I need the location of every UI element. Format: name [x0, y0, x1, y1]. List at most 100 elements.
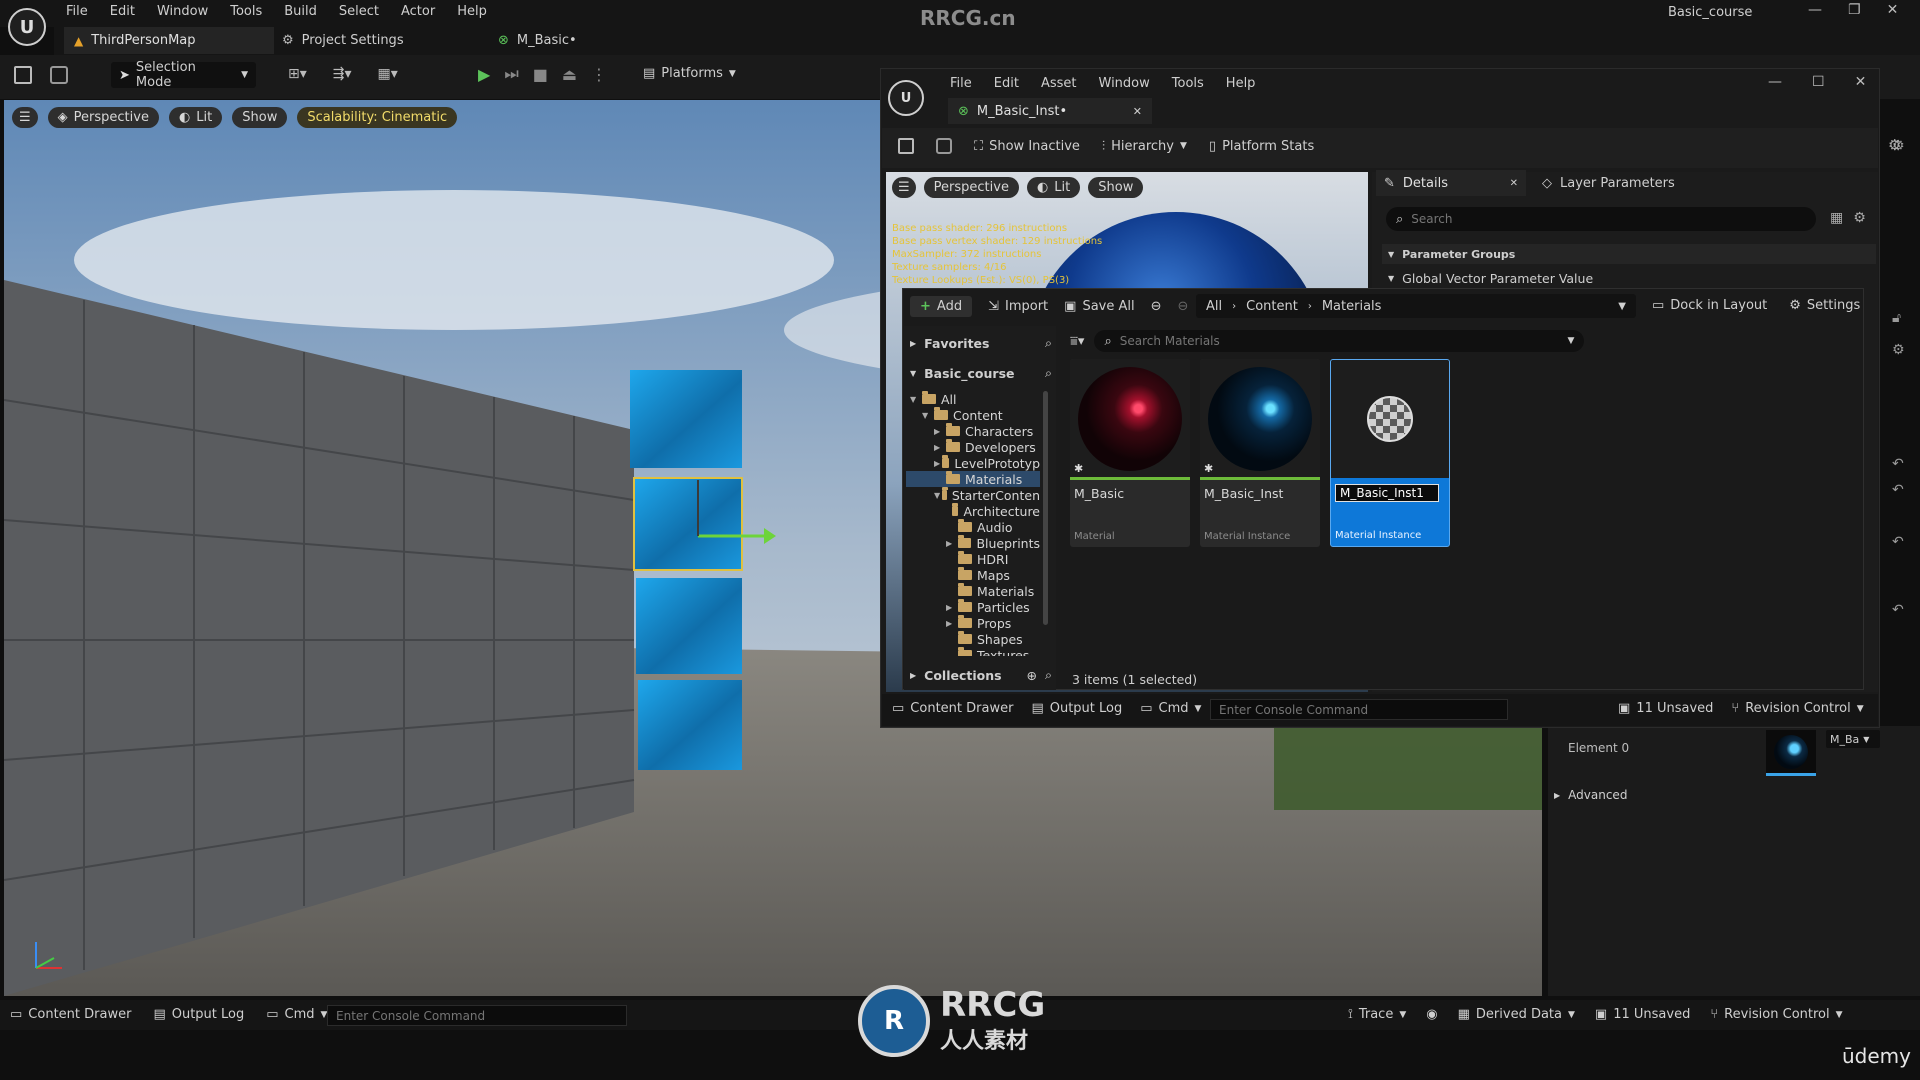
material-slot-dropdown[interactable]: M_Ba ▼: [1826, 730, 1880, 748]
tree-scrollbar[interactable]: [1043, 391, 1048, 625]
console-input[interactable]: [327, 1005, 627, 1026]
editor-console-input[interactable]: [1210, 699, 1508, 720]
settings-icon[interactable]: ⚙: [1853, 210, 1866, 226]
unsaved-button[interactable]: ▣ 11 Unsaved: [1595, 1007, 1690, 1022]
content-drawer-button[interactable]: ▭ Content Drawer: [10, 1007, 131, 1022]
settings-icon[interactable]: ⚙: [1892, 342, 1905, 358]
folder-tree-item[interactable]: ▶ Blueprints: [906, 535, 1040, 551]
platform-stats-button[interactable]: ▯ Platform Stats: [1209, 139, 1314, 154]
unreal-logo[interactable]: U: [8, 8, 46, 46]
folder-tree-item[interactable]: Materials: [906, 583, 1040, 599]
project-header[interactable]: ▼ Basic_course ⌕: [910, 363, 1052, 383]
chevron-down-icon[interactable]: ▼: [922, 411, 932, 420]
search-icon[interactable]: ⌕: [1045, 667, 1052, 683]
asset-tile-m-basic[interactable]: ✱ M_Basic Material: [1070, 359, 1190, 547]
layer-parameters-tab[interactable]: ◇ Layer Parameters: [1542, 170, 1675, 196]
editor-menu-edit[interactable]: Edit: [994, 76, 1019, 91]
menu-build[interactable]: Build: [284, 4, 317, 19]
chevron-down-icon[interactable]: ▼: [934, 491, 940, 500]
reset-icon[interactable]: ↶: [1892, 534, 1904, 550]
output-log-button[interactable]: ▤ Output Log: [153, 1007, 244, 1022]
save-icon[interactable]: [898, 138, 914, 154]
folder-tree-item[interactable]: ▼ Content: [906, 407, 1040, 423]
breadcrumb-all[interactable]: All: [1206, 299, 1222, 314]
viewport-menu-button[interactable]: ☰: [12, 107, 38, 128]
folder-tree-item[interactable]: Materials: [906, 471, 1040, 487]
editor-revision-control-dropdown[interactable]: ⑂ Revision Control ▼: [1731, 701, 1863, 716]
show-inactive-button[interactable]: ⛶ Show Inactive: [974, 139, 1080, 154]
more-icon[interactable]: ⋮: [591, 65, 607, 84]
menu-select[interactable]: Select: [339, 4, 379, 19]
editor-menu-file[interactable]: File: [950, 76, 972, 91]
minimize-icon[interactable]: —: [1768, 74, 1782, 90]
history-back-icon[interactable]: ⊖: [1151, 299, 1162, 314]
chevron-right-icon[interactable]: ▶: [934, 459, 940, 468]
reset-icon[interactable]: ↶: [1892, 482, 1904, 498]
details-tab[interactable]: ✎ Details ✕: [1376, 170, 1526, 196]
preview-menu-button[interactable]: ☰: [892, 177, 916, 198]
filter-icon[interactable]: ⩸▾: [1070, 334, 1084, 349]
minimize-icon[interactable]: —: [1808, 2, 1822, 18]
lock-icon[interactable]: 🔓︎: [1892, 310, 1901, 326]
menu-edit[interactable]: Edit: [110, 4, 135, 19]
parameter-groups-header[interactable]: ▼ Parameter Groups: [1382, 244, 1876, 264]
asset-tile-m-basic-inst1-selected[interactable]: Material Instance: [1330, 359, 1450, 547]
folder-tree-item[interactable]: ▶ Props: [906, 615, 1040, 631]
folder-tree-item[interactable]: ▶ Characters: [906, 423, 1040, 439]
history-forward-icon[interactable]: ⊖: [1178, 299, 1189, 314]
import-button[interactable]: ⇲ Import: [988, 299, 1048, 314]
maximize-icon[interactable]: ☐: [1812, 74, 1825, 90]
asset-search-input[interactable]: [1119, 334, 1560, 348]
tab-thirdpersonmap[interactable]: ▲ ThirdPersonMap: [64, 27, 274, 54]
preview-lit-button[interactable]: ◐ Lit: [1026, 177, 1081, 198]
folder-tree-item[interactable]: ▼ All: [906, 391, 1040, 407]
collections-header[interactable]: ▶ Collections ⊕ ⌕: [910, 665, 1052, 685]
add-actor-icon[interactable]: ⊞▾: [288, 66, 307, 82]
folder-tree-item[interactable]: Shapes: [906, 631, 1040, 647]
editor-menu-asset[interactable]: Asset: [1041, 76, 1077, 91]
editor-content-drawer-button[interactable]: ▭ Content Drawer: [892, 701, 1013, 716]
table-view-icon[interactable]: ▦: [1830, 210, 1843, 226]
editor-unsaved-button[interactable]: ▣ 11 Unsaved: [1618, 701, 1713, 716]
hierarchy-dropdown[interactable]: ⫶ Hierarchy ▼: [1102, 139, 1187, 154]
search-icon[interactable]: ⌕: [1045, 365, 1052, 381]
step-icon[interactable]: ⏭: [504, 64, 518, 84]
platforms-button[interactable]: ▤ Platforms ▼: [643, 66, 736, 81]
folder-tree-item[interactable]: ▼ StarterConten: [906, 487, 1040, 503]
chevron-right-icon[interactable]: ▶: [934, 427, 944, 436]
blueprint-icon[interactable]: ⇶▾: [333, 66, 352, 82]
close-tab-icon[interactable]: ✕: [1510, 178, 1518, 189]
details-search-input[interactable]: [1411, 212, 1806, 226]
asset-search-box[interactable]: ⌕ ▼: [1094, 330, 1585, 352]
lit-button[interactable]: ◐ Lit: [168, 107, 223, 128]
scalability-badge[interactable]: Scalability: Cinematic: [297, 107, 458, 128]
revision-control-dropdown[interactable]: ⑂ Revision Control ▼: [1710, 1007, 1842, 1022]
folder-tree-item[interactable]: HDRI: [906, 551, 1040, 567]
search-icon[interactable]: ⌕: [1045, 335, 1052, 351]
editor-menu-help[interactable]: Help: [1226, 76, 1256, 91]
preview-perspective-button[interactable]: Perspective: [923, 177, 1019, 198]
tab-m-basic[interactable]: ⊗ M_Basic•: [498, 27, 577, 54]
menu-file[interactable]: File: [66, 4, 88, 19]
menu-actor[interactable]: Actor: [401, 4, 435, 19]
close-icon[interactable]: ✕: [1855, 74, 1867, 90]
preview-show-button[interactable]: Show: [1088, 177, 1144, 198]
add-collection-icon[interactable]: ⊕: [1027, 668, 1037, 683]
folder-tree-item[interactable]: Architecture: [906, 503, 1040, 519]
folder-tree-item[interactable]: Audio: [906, 519, 1040, 535]
save-all-button[interactable]: ▣ Save All: [1064, 299, 1134, 314]
menu-window[interactable]: Window: [157, 4, 208, 19]
chevron-right-icon[interactable]: ▶: [946, 539, 956, 548]
trace-dropdown[interactable]: ⟟ Trace ▼: [1348, 1007, 1406, 1022]
breadcrumb-content[interactable]: Content: [1246, 299, 1298, 314]
selection-mode-button[interactable]: ➤ Selection Mode ▼: [111, 60, 256, 90]
perspective-button[interactable]: ◈ Perspective: [47, 107, 159, 128]
record-icon[interactable]: ◉: [1426, 1007, 1437, 1022]
asset-tile-m-basic-inst[interactable]: ✱ M_Basic_Inst Material Instance: [1200, 359, 1320, 547]
chevron-down-icon[interactable]: ▼: [1618, 301, 1626, 312]
details-search-box[interactable]: ⌕: [1386, 207, 1816, 231]
editor-output-log-button[interactable]: ▤ Output Log: [1031, 701, 1122, 716]
chevron-down-icon[interactable]: ▼: [910, 395, 920, 404]
maximize-icon[interactable]: ❐: [1848, 2, 1861, 18]
favorites-header[interactable]: ▶ Favorites ⌕: [910, 333, 1052, 353]
